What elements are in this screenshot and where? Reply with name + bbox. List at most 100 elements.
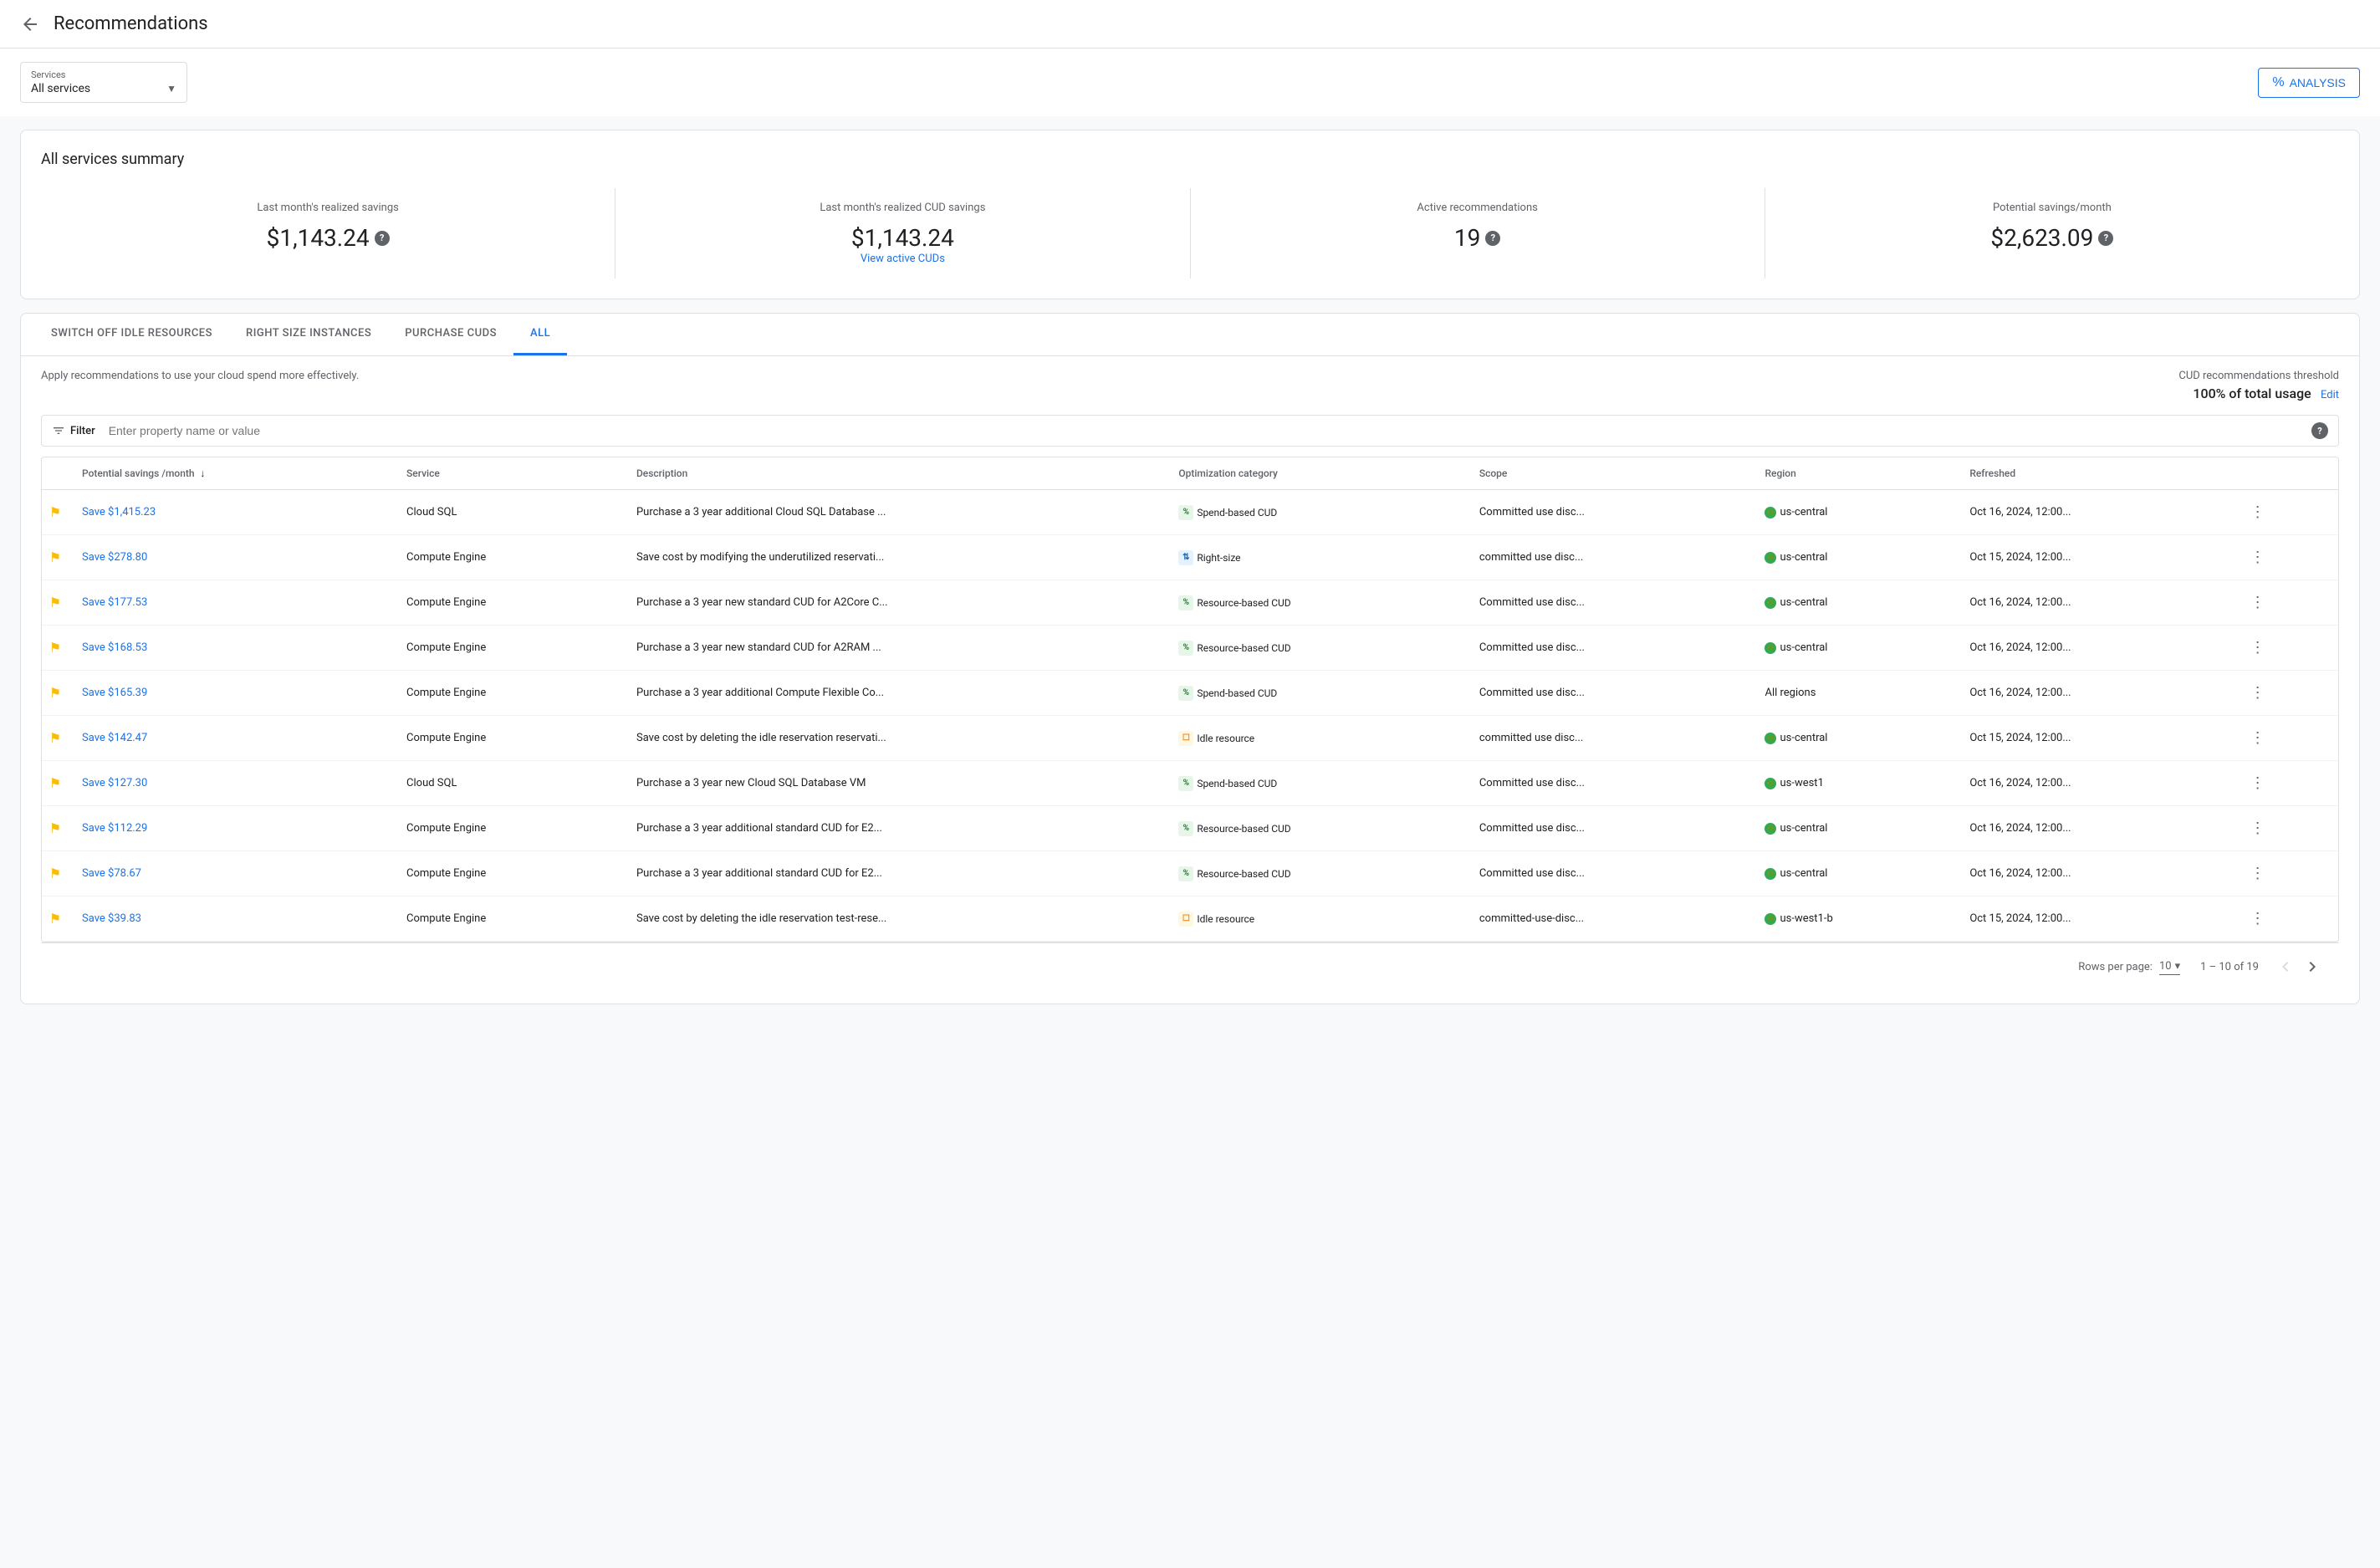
optimization-badge-icon: % bbox=[1178, 866, 1193, 881]
flag-cell: ⚑ bbox=[42, 896, 69, 942]
optimization-cell: % Resource-based CUD bbox=[1165, 580, 1466, 626]
region-cell: All regions bbox=[1751, 671, 1956, 716]
more-actions-button[interactable]: ⋮ bbox=[2247, 636, 2269, 660]
refreshed-cell: Oct 15, 2024, 12:00... bbox=[1956, 716, 2233, 761]
th-scope: Scope bbox=[1466, 457, 1752, 490]
optimization-label: Idle resource bbox=[1197, 733, 1254, 744]
more-actions-cell: ⋮ bbox=[2234, 535, 2338, 580]
table-footer: Rows per page: 10 ▾ 1 – 10 of 19 bbox=[41, 942, 2339, 990]
back-button[interactable] bbox=[20, 14, 40, 34]
description-cell: Purchase a 3 year new Cloud SQL Database… bbox=[623, 761, 1165, 806]
save-amount-link[interactable]: Save $127.30 bbox=[82, 777, 147, 789]
more-actions-button[interactable]: ⋮ bbox=[2247, 726, 2269, 750]
scope-cell: committed use disc... bbox=[1466, 716, 1752, 761]
savings-cell: Save $112.29 bbox=[69, 806, 393, 851]
save-amount-link[interactable]: Save $112.29 bbox=[82, 822, 147, 835]
tabs: SWITCH OFF IDLE RESOURCES RIGHT SIZE INS… bbox=[21, 314, 2359, 356]
optimization-cell: % Resource-based CUD bbox=[1165, 626, 1466, 671]
service-cell: Compute Engine bbox=[393, 580, 623, 626]
refreshed-cell: Oct 16, 2024, 12:00... bbox=[1956, 580, 2233, 626]
save-amount-link[interactable]: Save $142.47 bbox=[82, 732, 147, 744]
table-row: ⚑ Save $39.83 Compute Engine Save cost b… bbox=[42, 896, 2338, 942]
optimization-badge-icon: % bbox=[1178, 686, 1193, 701]
flag-cell: ⚑ bbox=[42, 671, 69, 716]
cud-threshold-value: 100% of total usage bbox=[2193, 386, 2311, 401]
savings-info-icon[interactable]: ? bbox=[375, 231, 390, 246]
th-optimization: Optimization category bbox=[1165, 457, 1466, 490]
flag-icon: ⚑ bbox=[49, 775, 61, 791]
tab-right-size[interactable]: RIGHT SIZE INSTANCES bbox=[229, 314, 388, 355]
more-actions-button[interactable]: ⋮ bbox=[2247, 771, 2269, 795]
flag-icon: ⚑ bbox=[49, 595, 61, 610]
more-actions-button[interactable]: ⋮ bbox=[2247, 861, 2269, 886]
optimization-cell: ☐ Idle resource bbox=[1165, 896, 1466, 942]
filter-icon: Filter bbox=[52, 424, 102, 437]
optimization-cell: % Resource-based CUD bbox=[1165, 851, 1466, 896]
scope-cell: committed use disc... bbox=[1466, 535, 1752, 580]
edit-threshold-link[interactable]: Edit bbox=[2321, 389, 2339, 401]
savings-cell: Save $78.67 bbox=[69, 851, 393, 896]
save-amount-link[interactable]: Save $278.80 bbox=[82, 551, 147, 564]
tab-description: Apply recommendations to use your cloud … bbox=[41, 370, 359, 382]
optimization-badge-icon: ☐ bbox=[1178, 731, 1193, 746]
sort-icon: ↓ bbox=[201, 467, 206, 479]
active-info-icon[interactable]: ? bbox=[1485, 231, 1500, 246]
region-cell: 🌿us-central bbox=[1751, 535, 1956, 580]
description-cell: Purchase a 3 year additional Compute Fle… bbox=[623, 671, 1165, 716]
flag-icon: ⚑ bbox=[49, 640, 61, 656]
flag-cell: ⚑ bbox=[42, 761, 69, 806]
optimization-badge-icon: % bbox=[1178, 776, 1193, 791]
more-actions-button[interactable]: ⋮ bbox=[2247, 816, 2269, 840]
cud-value: $1,143.24 bbox=[636, 224, 1169, 252]
save-amount-link[interactable]: Save $177.53 bbox=[82, 596, 147, 609]
th-description: Description bbox=[623, 457, 1165, 490]
rows-per-page-select[interactable]: 10 ▾ bbox=[2159, 958, 2180, 975]
description-cell: Purchase a 3 year additional Cloud SQL D… bbox=[623, 490, 1165, 535]
tab-purchase-cuds[interactable]: PURCHASE CUDS bbox=[388, 314, 513, 355]
recommendations-section: SWITCH OFF IDLE RESOURCES RIGHT SIZE INS… bbox=[20, 313, 2360, 1004]
analysis-button[interactable]: % ANALYSIS bbox=[2258, 68, 2360, 98]
th-region: Region bbox=[1751, 457, 1956, 490]
table-row: ⚑ Save $142.47 Compute Engine Save cost … bbox=[42, 716, 2338, 761]
save-amount-link[interactable]: Save $1,415.23 bbox=[82, 506, 156, 518]
filter-help-icon[interactable]: ? bbox=[2311, 422, 2328, 439]
th-savings-amount[interactable]: Potential savings /month ↓ bbox=[69, 457, 393, 490]
save-amount-link[interactable]: Save $165.39 bbox=[82, 687, 147, 699]
more-actions-button[interactable]: ⋮ bbox=[2247, 545, 2269, 569]
savings-cell: Save $127.30 bbox=[69, 761, 393, 806]
tab-all[interactable]: ALL bbox=[513, 314, 567, 355]
tab-content: Apply recommendations to use your cloud … bbox=[21, 356, 2359, 1004]
services-select[interactable]: All services ▼ bbox=[31, 82, 176, 95]
pagination-next-button[interactable] bbox=[2299, 953, 2326, 980]
more-actions-button[interactable]: ⋮ bbox=[2247, 681, 2269, 705]
optimization-cell: ⇅ Right-size bbox=[1165, 535, 1466, 580]
tab-switch-off[interactable]: SWITCH OFF IDLE RESOURCES bbox=[34, 314, 229, 355]
analysis-button-label: ANALYSIS bbox=[2290, 76, 2346, 89]
save-amount-link[interactable]: Save $168.53 bbox=[82, 641, 147, 654]
filter-input[interactable] bbox=[109, 424, 2311, 437]
optimization-cell: % Resource-based CUD bbox=[1165, 806, 1466, 851]
service-cell: Cloud SQL bbox=[393, 761, 623, 806]
potential-info-icon[interactable]: ? bbox=[2098, 231, 2113, 246]
flag-cell: ⚑ bbox=[42, 851, 69, 896]
more-actions-button[interactable]: ⋮ bbox=[2247, 500, 2269, 524]
optimization-cell: % Spend-based CUD bbox=[1165, 761, 1466, 806]
more-actions-cell: ⋮ bbox=[2234, 716, 2338, 761]
cud-threshold-value-row: 100% of total usage Edit bbox=[2178, 386, 2339, 401]
service-cell: Compute Engine bbox=[393, 626, 623, 671]
more-actions-button[interactable]: ⋮ bbox=[2247, 907, 2269, 931]
service-cell: Compute Engine bbox=[393, 851, 623, 896]
rows-per-page-chevron: ▾ bbox=[2175, 960, 2181, 973]
flag-cell: ⚑ bbox=[42, 580, 69, 626]
data-table-wrapper: Potential savings /month ↓ Service Descr… bbox=[41, 457, 2339, 942]
more-actions-button[interactable]: ⋮ bbox=[2247, 590, 2269, 615]
summary-cards: Last month's realized savings $1,143.24 … bbox=[41, 188, 2339, 278]
save-amount-link[interactable]: Save $78.67 bbox=[82, 867, 141, 880]
savings-cell: Save $1,415.23 bbox=[69, 490, 393, 535]
pagination-prev-button[interactable] bbox=[2272, 953, 2299, 980]
view-active-cuds-link[interactable]: View active CUDs bbox=[861, 253, 945, 265]
save-amount-link[interactable]: Save $39.83 bbox=[82, 912, 141, 925]
table-body: ⚑ Save $1,415.23 Cloud SQL Purchase a 3 … bbox=[42, 490, 2338, 942]
services-dropdown[interactable]: Services All services ▼ bbox=[20, 62, 187, 103]
service-cell: Cloud SQL bbox=[393, 490, 623, 535]
